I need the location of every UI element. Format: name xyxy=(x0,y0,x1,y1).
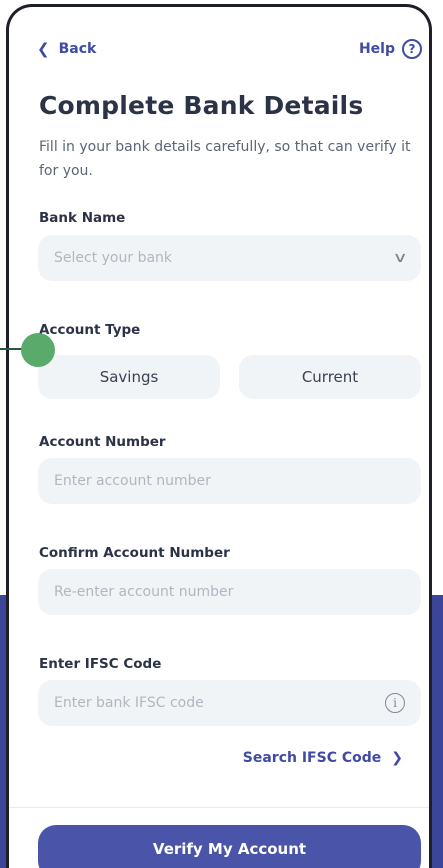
help-button[interactable]: Help ? xyxy=(359,39,422,59)
page-title: Complete Bank Details xyxy=(39,91,364,120)
search-ifsc-label: Search IFSC Code xyxy=(242,750,382,766)
verify-account-button[interactable]: Verify My Account xyxy=(38,825,421,868)
chevron-left-icon: ❮ xyxy=(37,39,50,58)
bank-name-placeholder: Select your bank xyxy=(54,250,173,266)
phone-frame: ❮ Back Help ? Complete Bank Details Fill… xyxy=(6,4,432,868)
ifsc-input[interactable]: Enter bank IFSC code i xyxy=(38,680,421,726)
search-ifsc-link[interactable]: Search IFSC Code ❯ xyxy=(243,750,403,766)
confirm-account-number-input[interactable]: Re-enter account number xyxy=(38,569,421,615)
account-type-current[interactable]: Current xyxy=(239,355,421,399)
bank-name-label: Bank Name xyxy=(39,210,126,226)
chevron-down-icon: ∨ xyxy=(392,250,408,266)
account-type-savings[interactable]: Savings xyxy=(38,355,220,399)
bank-name-select[interactable]: Select your bank ∨ xyxy=(38,235,421,281)
help-circle-icon: ? xyxy=(402,39,422,59)
help-label: Help xyxy=(358,41,395,57)
back-button[interactable]: ❮ Back xyxy=(37,41,96,57)
ifsc-label: Enter IFSC Code xyxy=(39,656,162,672)
confirm-account-number-placeholder: Re-enter account number xyxy=(54,584,234,600)
account-number-label: Account Number xyxy=(39,434,166,450)
account-type-label: Account Type xyxy=(39,322,141,338)
top-bar: ❮ Back Help ? xyxy=(37,39,422,61)
annotation-marker-dot xyxy=(21,333,55,367)
confirm-account-number-label: Confirm Account Number xyxy=(39,545,230,561)
ifsc-placeholder: Enter bank IFSC code xyxy=(54,695,204,711)
footer-divider xyxy=(9,807,429,808)
account-number-input[interactable]: Enter account number xyxy=(38,458,421,504)
account-number-placeholder: Enter account number xyxy=(54,473,211,489)
chevron-right-icon: ❯ xyxy=(391,750,403,766)
back-label: Back xyxy=(58,41,97,57)
info-icon[interactable]: i xyxy=(385,693,405,713)
page-subtitle: Fill in your bank details carefully, so … xyxy=(39,139,411,179)
